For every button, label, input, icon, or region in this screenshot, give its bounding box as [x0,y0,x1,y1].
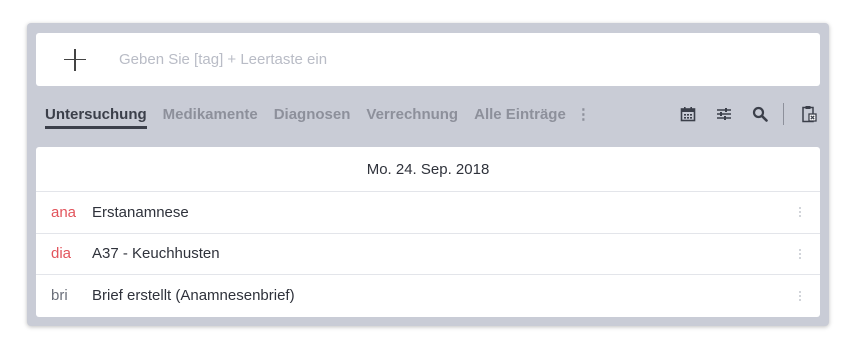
entry-text: A37 - Keuchhusten [92,245,220,263]
entry-text: Brief erstellt (Anamnesenbrief) [92,287,295,305]
entries-card: Mo. 24. Sep. 2018 ana Erstanamnese dia A… [36,147,820,317]
journal-panel: Untersuchung Medikamente Diagnosen Verre… [27,23,829,326]
tab-alle-eintraege[interactable]: Alle Einträge [474,106,566,123]
vertical-dots-icon[interactable]: ⋮ [576,105,591,123]
clipboard-delete-icon[interactable] [798,103,820,125]
row-menu-icon[interactable] [794,248,806,259]
row-menu-icon[interactable] [794,207,806,218]
tab-medikamente[interactable]: Medikamente [163,106,258,123]
search-icon[interactable] [749,103,771,125]
entry-row[interactable]: ana Erstanamnese [36,192,820,234]
plus-icon[interactable] [60,45,90,75]
row-menu-icon[interactable] [794,290,806,301]
tab-untersuchung[interactable]: Untersuchung [45,106,147,129]
tab-bar: Untersuchung Medikamente Diagnosen Verre… [45,93,820,135]
toolbar [663,103,820,125]
tag-entry-input[interactable] [119,51,719,68]
entry-tag: dia [51,245,72,263]
entry-bar [36,33,820,86]
entry-row[interactable]: bri Brief erstellt (Anamnesenbrief) [36,275,820,317]
date-header: Mo. 24. Sep. 2018 [36,147,820,192]
toolbar-divider [783,103,784,125]
calendar-icon[interactable] [677,103,699,125]
tab-diagnosen[interactable]: Diagnosen [274,106,351,123]
sliders-icon[interactable] [713,103,735,125]
entry-tag: ana [51,203,77,221]
tab-verrechnung[interactable]: Verrechnung [366,106,458,123]
entry-tag: bri [51,287,68,305]
entry-text: Erstanamnese [92,203,189,221]
entry-row[interactable]: dia A37 - Keuchhusten [36,234,820,275]
